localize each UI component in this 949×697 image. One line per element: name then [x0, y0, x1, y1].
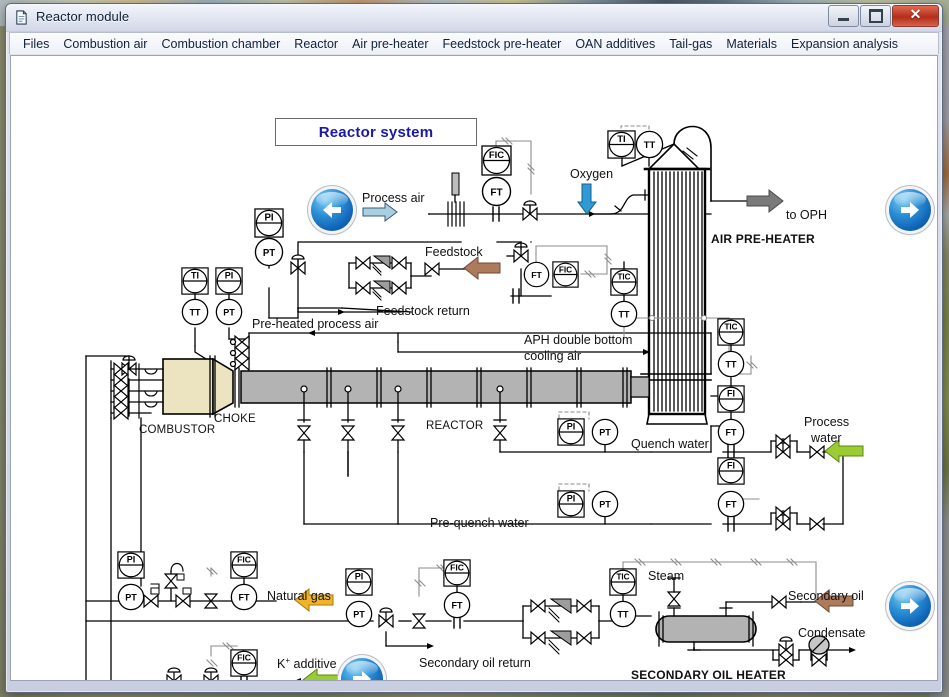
close-button[interactable]: ✕ [892, 5, 939, 27]
label-feedstock-return: Feedstock return [376, 304, 470, 318]
label-natural-gas: Natural gas [267, 589, 331, 603]
menu-bar: Files Combustion air Combustion chamber … [9, 32, 939, 54]
close-icon: ✕ [909, 8, 922, 23]
menu-item-reactor[interactable]: Reactor [287, 35, 345, 53]
label-combustor: COMBUSTOR [139, 424, 216, 436]
menu-item-combustion-air[interactable]: Combustion air [56, 35, 154, 53]
diagram-canvas-container: FIC FT TI TT PI PT TI PI TT PT FT FIC TI… [10, 55, 938, 681]
arrow-right-icon [901, 598, 919, 614]
label-choke: CHOKE [214, 413, 256, 425]
arrow-right-icon [901, 202, 919, 218]
menu-item-expansion-analysis[interactable]: Expansion analysis [784, 35, 905, 53]
menu-item-tail-gas[interactable]: Tail-gas [662, 35, 719, 53]
menu-item-feedstock-pre-heater[interactable]: Feedstock pre-heater [436, 35, 569, 53]
label-process-water-line1: Process [804, 415, 850, 429]
diagram-title-box: Reactor system [275, 118, 477, 146]
maximize-icon [868, 9, 883, 23]
nav-left-top-button[interactable] [311, 189, 353, 231]
arrow-oxygen [577, 183, 597, 215]
label-secondary-oil-heater: SECONDARY OIL HEATER [631, 668, 786, 681]
document-icon [16, 10, 27, 25]
label-pre-quench-water: Pre-quench water [430, 516, 529, 530]
label-feedstock: Feedstock [425, 245, 483, 259]
application-window: Reactor module ✕ Files Combustion air Co… [5, 3, 943, 693]
window-controls: ✕ [828, 5, 939, 27]
label-steam: Steam [648, 569, 685, 583]
page-title: Reactor system [318, 123, 434, 141]
nav-right-top-button[interactable] [889, 189, 931, 231]
label-quench-water: Quench water [631, 437, 709, 451]
menu-item-materials[interactable]: Materials [719, 35, 784, 53]
label-condensate: Condensate [798, 626, 866, 640]
label-air-pre-heater: AIR PRE-HEATER [711, 232, 815, 246]
label-cooling-air: cooling air [524, 349, 581, 363]
menu-item-air-pre-heater[interactable]: Air pre-heater [345, 35, 435, 53]
maximize-button[interactable] [860, 5, 891, 27]
label-to-oph: to OPH [786, 208, 827, 222]
title-bar[interactable]: Reactor module ✕ [6, 4, 942, 32]
menu-item-combustion-chamber[interactable]: Combustion chamber [154, 35, 287, 53]
label-oxygen: Oxygen [570, 167, 614, 181]
label-process-water-line2: water [811, 431, 842, 445]
menu-item-files[interactable]: Files [16, 35, 56, 53]
stream-arrows [294, 183, 864, 680]
arrow-right-icon [353, 671, 371, 680]
label-secondary-oil: Secondary oil [788, 589, 864, 603]
label-k-additive: K+ additive [277, 656, 337, 672]
minimize-button[interactable] [828, 5, 859, 27]
pid-diagram: FIC FT TI TT PI PT TI PI TT PT FT FIC TI… [11, 56, 937, 681]
arrow-to-oph [746, 188, 784, 214]
arrow-left-icon [323, 202, 341, 218]
window-title: Reactor module [36, 9, 130, 24]
label-aph-double-bottom: APH double bottom [524, 333, 633, 347]
nav-right-bottom-button[interactable] [889, 585, 931, 627]
arrow-feedstock [463, 255, 501, 281]
menu-item-oan-additives[interactable]: OAN additives [568, 35, 662, 53]
label-process-air: Process air [362, 191, 425, 205]
label-secondary-oil-return: Secondary oil return [419, 656, 531, 670]
label-reactor: REACTOR [426, 420, 484, 432]
minimize-icon [838, 17, 849, 21]
label-preheated-process-air: Pre-heated process air [252, 317, 379, 331]
arrow-process-air [362, 202, 398, 222]
